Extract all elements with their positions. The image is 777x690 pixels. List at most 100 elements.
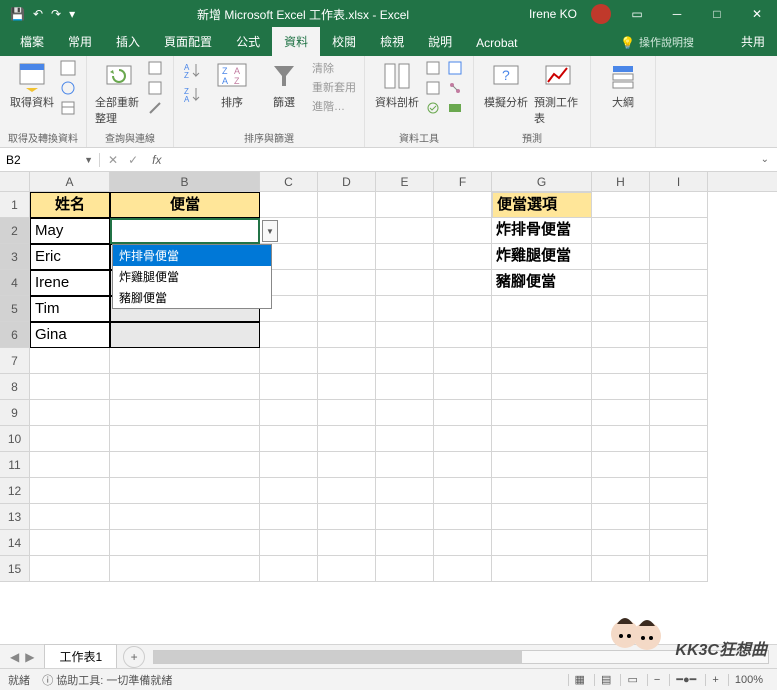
cell-I13[interactable] bbox=[650, 504, 708, 530]
row-header-5[interactable]: 5 bbox=[0, 296, 30, 322]
view-page-break-icon[interactable]: ▭ bbox=[620, 674, 643, 686]
cell-H10[interactable] bbox=[592, 426, 650, 452]
cell-C12[interactable] bbox=[260, 478, 318, 504]
cell-B6[interactable] bbox=[110, 322, 260, 348]
tab-help[interactable]: 說明 bbox=[416, 27, 464, 56]
cell-C14[interactable] bbox=[260, 530, 318, 556]
cell-H1[interactable] bbox=[592, 192, 650, 218]
cell-E11[interactable] bbox=[376, 452, 434, 478]
cell-H13[interactable] bbox=[592, 504, 650, 530]
cell-F12[interactable] bbox=[434, 478, 492, 504]
qat-customize-icon[interactable]: ▾ bbox=[69, 7, 75, 21]
row-header-13[interactable]: 13 bbox=[0, 504, 30, 530]
col-header-B[interactable]: B bbox=[110, 172, 260, 191]
cell-G3[interactable]: 炸雞腿便當 bbox=[492, 244, 592, 270]
cell-D3[interactable] bbox=[318, 244, 376, 270]
minimize-button[interactable]: ─ bbox=[657, 7, 697, 21]
reapply-button[interactable]: 重新套用 bbox=[312, 79, 356, 95]
cell-C6[interactable] bbox=[260, 322, 318, 348]
close-button[interactable]: ✕ bbox=[737, 7, 777, 21]
col-header-I[interactable]: I bbox=[650, 172, 708, 191]
cell-D6[interactable] bbox=[318, 322, 376, 348]
cell-E5[interactable] bbox=[376, 296, 434, 322]
cell-H14[interactable] bbox=[592, 530, 650, 556]
tab-layout[interactable]: 頁面配置 bbox=[152, 27, 224, 56]
cell-B13[interactable] bbox=[110, 504, 260, 530]
cell-A12[interactable] bbox=[30, 478, 110, 504]
row-header-15[interactable]: 15 bbox=[0, 556, 30, 582]
cell-A1[interactable]: 姓名 bbox=[30, 192, 110, 218]
cell-I2[interactable] bbox=[650, 218, 708, 244]
cell-F2[interactable] bbox=[434, 218, 492, 244]
cell-I1[interactable] bbox=[650, 192, 708, 218]
text-to-columns-button[interactable]: 資料剖析 bbox=[373, 60, 421, 110]
from-text-icon[interactable] bbox=[60, 60, 78, 78]
cell-I7[interactable] bbox=[650, 348, 708, 374]
cell-D15[interactable] bbox=[318, 556, 376, 582]
cell-G12[interactable] bbox=[492, 478, 592, 504]
cell-G13[interactable] bbox=[492, 504, 592, 530]
select-all-corner[interactable] bbox=[0, 172, 30, 191]
data-validation-icon[interactable] bbox=[425, 100, 443, 118]
cell-I10[interactable] bbox=[650, 426, 708, 452]
cell-H11[interactable] bbox=[592, 452, 650, 478]
cell-E4[interactable] bbox=[376, 270, 434, 296]
zoom-level[interactable]: 100% bbox=[728, 674, 769, 686]
cell-E10[interactable] bbox=[376, 426, 434, 452]
redo-icon[interactable]: ↷ bbox=[51, 7, 61, 21]
zoom-slider[interactable]: ━●━ bbox=[669, 674, 702, 686]
data-validation-dropdown-button[interactable]: ▼ bbox=[262, 220, 278, 242]
cell-B11[interactable] bbox=[110, 452, 260, 478]
cell-F13[interactable] bbox=[434, 504, 492, 530]
cell-G8[interactable] bbox=[492, 374, 592, 400]
cell-F15[interactable] bbox=[434, 556, 492, 582]
row-header-1[interactable]: 1 bbox=[0, 192, 30, 218]
cell-D11[interactable] bbox=[318, 452, 376, 478]
cell-G7[interactable] bbox=[492, 348, 592, 374]
cell-G1[interactable]: 便當選項 bbox=[492, 192, 592, 218]
col-header-A[interactable]: A bbox=[30, 172, 110, 191]
relationships-icon[interactable] bbox=[447, 80, 465, 98]
add-sheet-button[interactable]: + bbox=[123, 646, 145, 668]
cell-D4[interactable] bbox=[318, 270, 376, 296]
cell-G5[interactable] bbox=[492, 296, 592, 322]
cell-A6[interactable]: Gina bbox=[30, 322, 110, 348]
cell-F9[interactable] bbox=[434, 400, 492, 426]
cell-E3[interactable] bbox=[376, 244, 434, 270]
row-header-11[interactable]: 11 bbox=[0, 452, 30, 478]
user-avatar[interactable] bbox=[591, 4, 611, 24]
cell-D1[interactable] bbox=[318, 192, 376, 218]
cell-G10[interactable] bbox=[492, 426, 592, 452]
dropdown-option-3[interactable]: 豬腳便當 bbox=[113, 287, 271, 308]
cell-D2[interactable] bbox=[318, 218, 376, 244]
cell-F11[interactable] bbox=[434, 452, 492, 478]
queries-icon[interactable] bbox=[147, 60, 165, 78]
user-name[interactable]: Irene KO bbox=[521, 7, 585, 21]
manage-data-model-icon[interactable] bbox=[447, 100, 465, 118]
share-button[interactable]: 共用 bbox=[729, 27, 777, 56]
ribbon-display-icon[interactable]: ▭ bbox=[617, 7, 657, 21]
row-header-12[interactable]: 12 bbox=[0, 478, 30, 504]
col-header-D[interactable]: D bbox=[318, 172, 376, 191]
cell-B15[interactable] bbox=[110, 556, 260, 582]
cell-G2[interactable]: 炸排骨便當 bbox=[492, 218, 592, 244]
flash-fill-icon[interactable] bbox=[425, 60, 443, 78]
row-header-14[interactable]: 14 bbox=[0, 530, 30, 556]
cell-E1[interactable] bbox=[376, 192, 434, 218]
cell-C9[interactable] bbox=[260, 400, 318, 426]
cell-B14[interactable] bbox=[110, 530, 260, 556]
cell-B1[interactable]: 便當 bbox=[110, 192, 260, 218]
filter-button[interactable]: 篩選 bbox=[260, 60, 308, 110]
cell-A15[interactable] bbox=[30, 556, 110, 582]
cell-E14[interactable] bbox=[376, 530, 434, 556]
sheet-tab-1[interactable]: 工作表1 bbox=[44, 644, 117, 670]
cancel-formula-icon[interactable]: ✕ bbox=[108, 153, 118, 167]
cell-E6[interactable] bbox=[376, 322, 434, 348]
cell-H5[interactable] bbox=[592, 296, 650, 322]
row-header-10[interactable]: 10 bbox=[0, 426, 30, 452]
cell-G6[interactable] bbox=[492, 322, 592, 348]
from-table-icon[interactable] bbox=[60, 100, 78, 118]
sort-asc-icon[interactable]: AZ bbox=[182, 60, 204, 82]
dropdown-option-2[interactable]: 炸雞腿便當 bbox=[113, 266, 271, 287]
cell-D8[interactable] bbox=[318, 374, 376, 400]
